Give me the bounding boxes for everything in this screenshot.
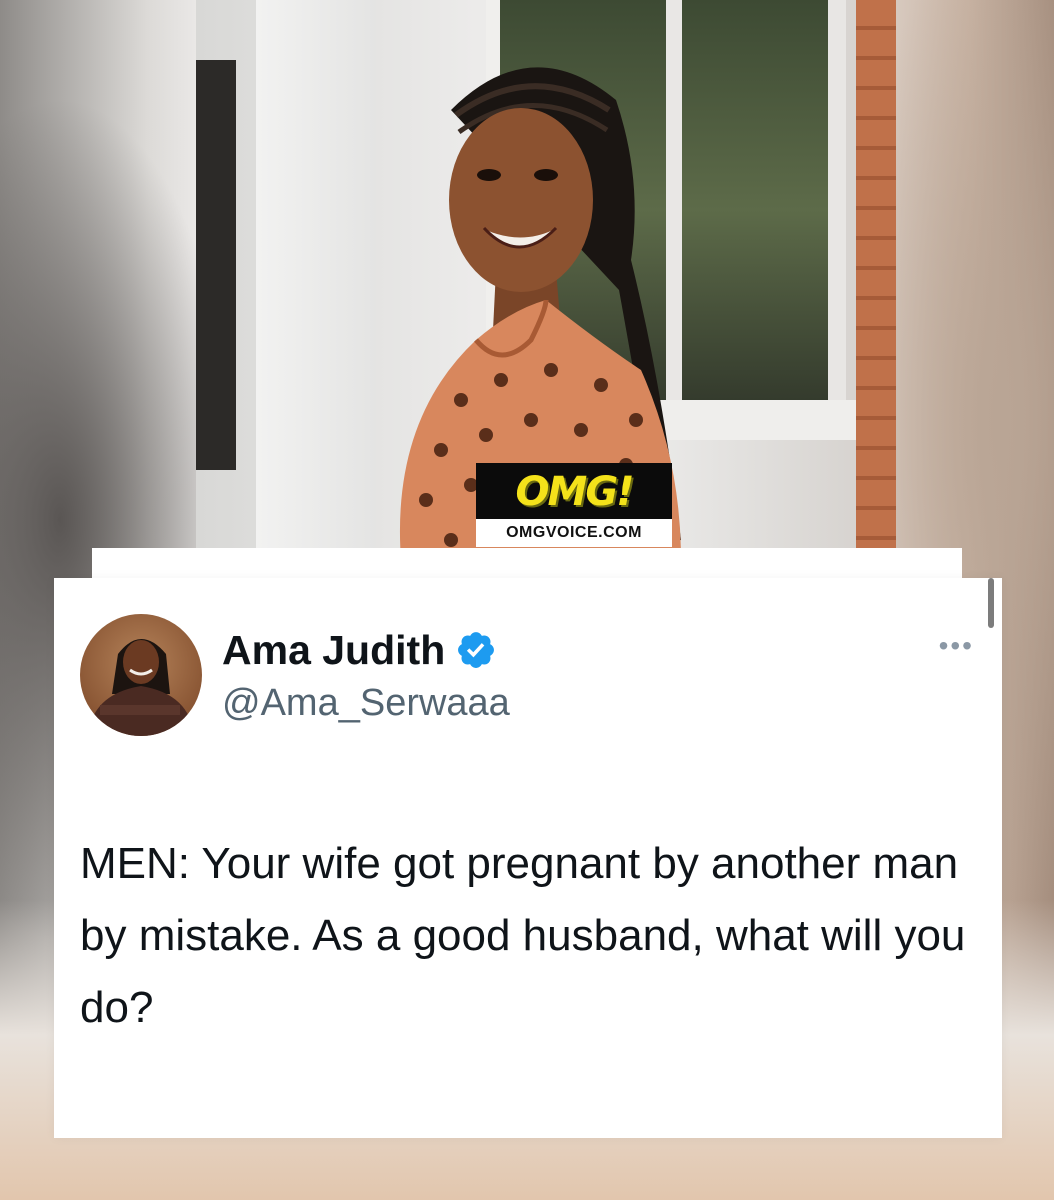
scrollbar-thumb[interactable] xyxy=(988,578,994,628)
display-name[interactable]: Ama Judith xyxy=(222,627,445,674)
wall-panel xyxy=(256,0,376,548)
tweet-text: MEN: Your wife got pregnant by another m… xyxy=(80,839,966,1032)
omg-logo-brand: OMG! xyxy=(515,469,635,515)
brick-wall xyxy=(856,0,896,548)
more-options-icon[interactable]: ••• xyxy=(939,632,974,660)
card-top-edge xyxy=(92,548,962,580)
omg-logo-site: OMGVOICE.COM xyxy=(476,519,672,547)
header-photo: OMG! OMGVOICE.COM xyxy=(196,0,896,548)
window-frame-left xyxy=(196,60,236,470)
handle[interactable]: @Ama_Serwaaa xyxy=(222,682,510,725)
author-row: Ama Judith xyxy=(222,624,497,676)
verified-badge-icon xyxy=(455,629,497,671)
omg-logo: OMG! OMGVOICE.COM xyxy=(476,463,672,547)
tweet-card: Ama Judith @Ama_Serwaaa ••• MEN: Your wi… xyxy=(54,578,1002,1138)
avatar[interactable] xyxy=(80,614,202,736)
